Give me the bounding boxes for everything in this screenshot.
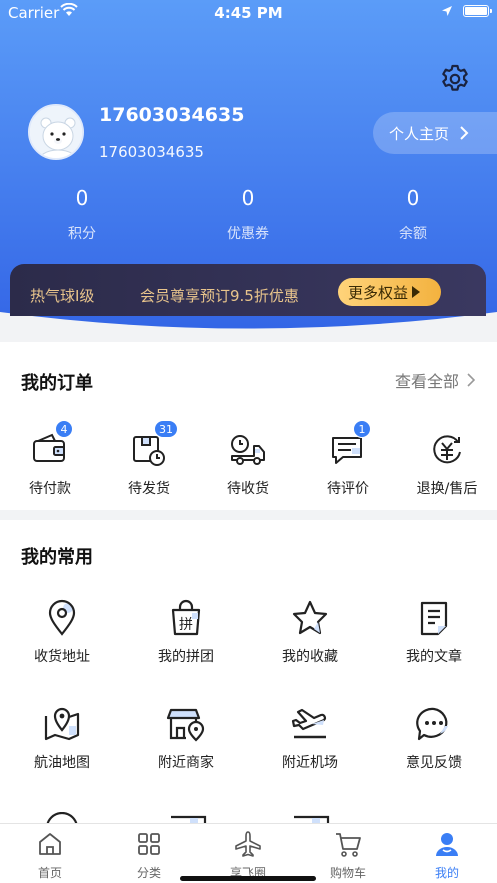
- articles-item[interactable]: 我的文章: [384, 598, 484, 666]
- order-pending-review[interactable]: 1 待评价: [298, 420, 398, 498]
- view-all-label: 查看全部: [394, 372, 459, 391]
- my-orders-card: 我的订单 查看全部 4 待付款 31 待发货 待收货 1 待评价 退换/售后: [0, 342, 497, 510]
- personal-homepage-button[interactable]: 个人主页: [373, 112, 497, 154]
- vip-description: 会员尊享预订9.5折优惠: [140, 287, 299, 305]
- truck-icon: [231, 435, 265, 465]
- home-icon: [39, 833, 61, 855]
- order-label: 待评价: [327, 481, 369, 497]
- stat-value: 0: [75, 186, 89, 210]
- airplane-icon: [235, 831, 261, 857]
- chevron-right-icon: [460, 126, 469, 140]
- favorites-item[interactable]: 我的收藏: [260, 598, 360, 666]
- stat-label: 余额: [399, 226, 427, 242]
- order-pending-receipt[interactable]: 待收货: [198, 430, 298, 498]
- order-pending-shipment[interactable]: 31 待发货: [99, 420, 199, 498]
- view-all-orders-link[interactable]: 查看全部: [395, 368, 475, 392]
- plane-takeoff-icon: [291, 708, 326, 739]
- common-label: 附近机场: [282, 755, 338, 771]
- common-label: 我的拼团: [158, 649, 214, 665]
- star-icon: [292, 600, 328, 635]
- tab-fly-circle[interactable]: 享飞圈: [198, 830, 298, 881]
- order-label: 待付款: [29, 481, 71, 497]
- order-label: 退换/售后: [416, 481, 478, 497]
- badge-count: 31: [154, 420, 178, 438]
- badge-count: 1: [353, 420, 371, 438]
- user-icon: [436, 833, 458, 856]
- common-label: 我的收藏: [282, 649, 338, 665]
- battery-icon: [463, 5, 492, 17]
- clock: 4:45 PM: [214, 4, 283, 22]
- stat-coupons[interactable]: 0 优惠券: [188, 186, 308, 243]
- status-bar: Carrier 4:45 PM: [0, 0, 497, 26]
- fuel-map-item[interactable]: 航油地图: [12, 704, 112, 772]
- badge-count: 4: [55, 420, 73, 438]
- profile-header: Carrier 4:45 PM 17603034635 17603034635 …: [0, 0, 497, 340]
- group-buy-item[interactable]: 拼 我的拼团: [136, 598, 236, 666]
- feedback-item[interactable]: 意见反馈: [384, 704, 484, 772]
- shipping-address-item[interactable]: 收货地址: [12, 598, 112, 666]
- location-pin-icon: [48, 599, 76, 636]
- username: 17603034635: [99, 104, 245, 126]
- orders-title: 我的订单: [21, 373, 93, 394]
- stat-label: 积分: [68, 226, 96, 242]
- common-label: 附近商家: [158, 755, 214, 771]
- order-label: 待收货: [227, 481, 269, 497]
- common-label: 航油地图: [34, 755, 90, 771]
- common-title: 我的常用: [21, 547, 93, 568]
- more-benefits-label: 更多权益: [348, 283, 409, 302]
- vip-banner: 热气球I级 会员尊享预订9.5折优惠 更多权益: [10, 264, 486, 316]
- my-common-card: 我的常用 收货地址 拼 我的拼团 我的收藏 我的文章 航油地图 附近商家 附近机…: [0, 520, 497, 825]
- tab-label: 我的: [434, 866, 459, 880]
- tab-cart[interactable]: 购物车: [298, 830, 398, 881]
- home-indicator: [180, 876, 316, 881]
- location-arrow-icon: [442, 6, 452, 16]
- tab-category[interactable]: 分类: [99, 830, 199, 881]
- tab-label: 首页: [37, 866, 62, 880]
- nearby-merchants-item[interactable]: 附近商家: [136, 704, 236, 772]
- category-grid-icon: [138, 833, 160, 855]
- common-label: 意见反馈: [406, 755, 462, 771]
- stat-points[interactable]: 0 积分: [22, 186, 142, 243]
- stat-value: 0: [241, 186, 255, 210]
- triangle-right-icon: [412, 286, 421, 298]
- user-phone: 17603034635: [99, 143, 204, 161]
- order-pending-payment[interactable]: 4 待付款: [0, 420, 100, 498]
- group-buy-glyph: 拼: [179, 617, 193, 633]
- stat-balance[interactable]: 0 余额: [353, 186, 473, 243]
- shop-location-icon: [166, 708, 205, 742]
- stat-label: 优惠券: [227, 226, 269, 242]
- vip-level: 热气球I级: [30, 287, 95, 305]
- map-icon: [44, 707, 80, 741]
- tab-home[interactable]: 首页: [0, 830, 100, 881]
- feedback-chat-icon: [416, 707, 448, 741]
- cart-icon: [336, 833, 361, 857]
- tab-mine[interactable]: 我的: [397, 830, 497, 881]
- common-label: 我的文章: [406, 649, 462, 665]
- article-icon: [420, 601, 448, 636]
- common-label: 收货地址: [34, 649, 90, 665]
- nearby-airports-item[interactable]: 附近机场: [260, 704, 360, 772]
- order-label: 待发货: [128, 481, 170, 497]
- order-refund-aftersale[interactable]: 退换/售后: [397, 430, 497, 498]
- settings-gear-icon[interactable]: [439, 63, 471, 95]
- refund-icon: [433, 435, 461, 464]
- bottom-tab-bar: 首页 分类 享飞圈 购物车 我的: [0, 823, 497, 883]
- chevron-right-icon: [467, 373, 475, 387]
- stat-value: 0: [406, 186, 420, 210]
- more-benefits-button[interactable]: 更多权益: [338, 278, 441, 306]
- personal-homepage-label: 个人主页: [389, 124, 450, 143]
- avatar[interactable]: [28, 104, 84, 160]
- group-buy-bag-icon: 拼: [171, 599, 201, 636]
